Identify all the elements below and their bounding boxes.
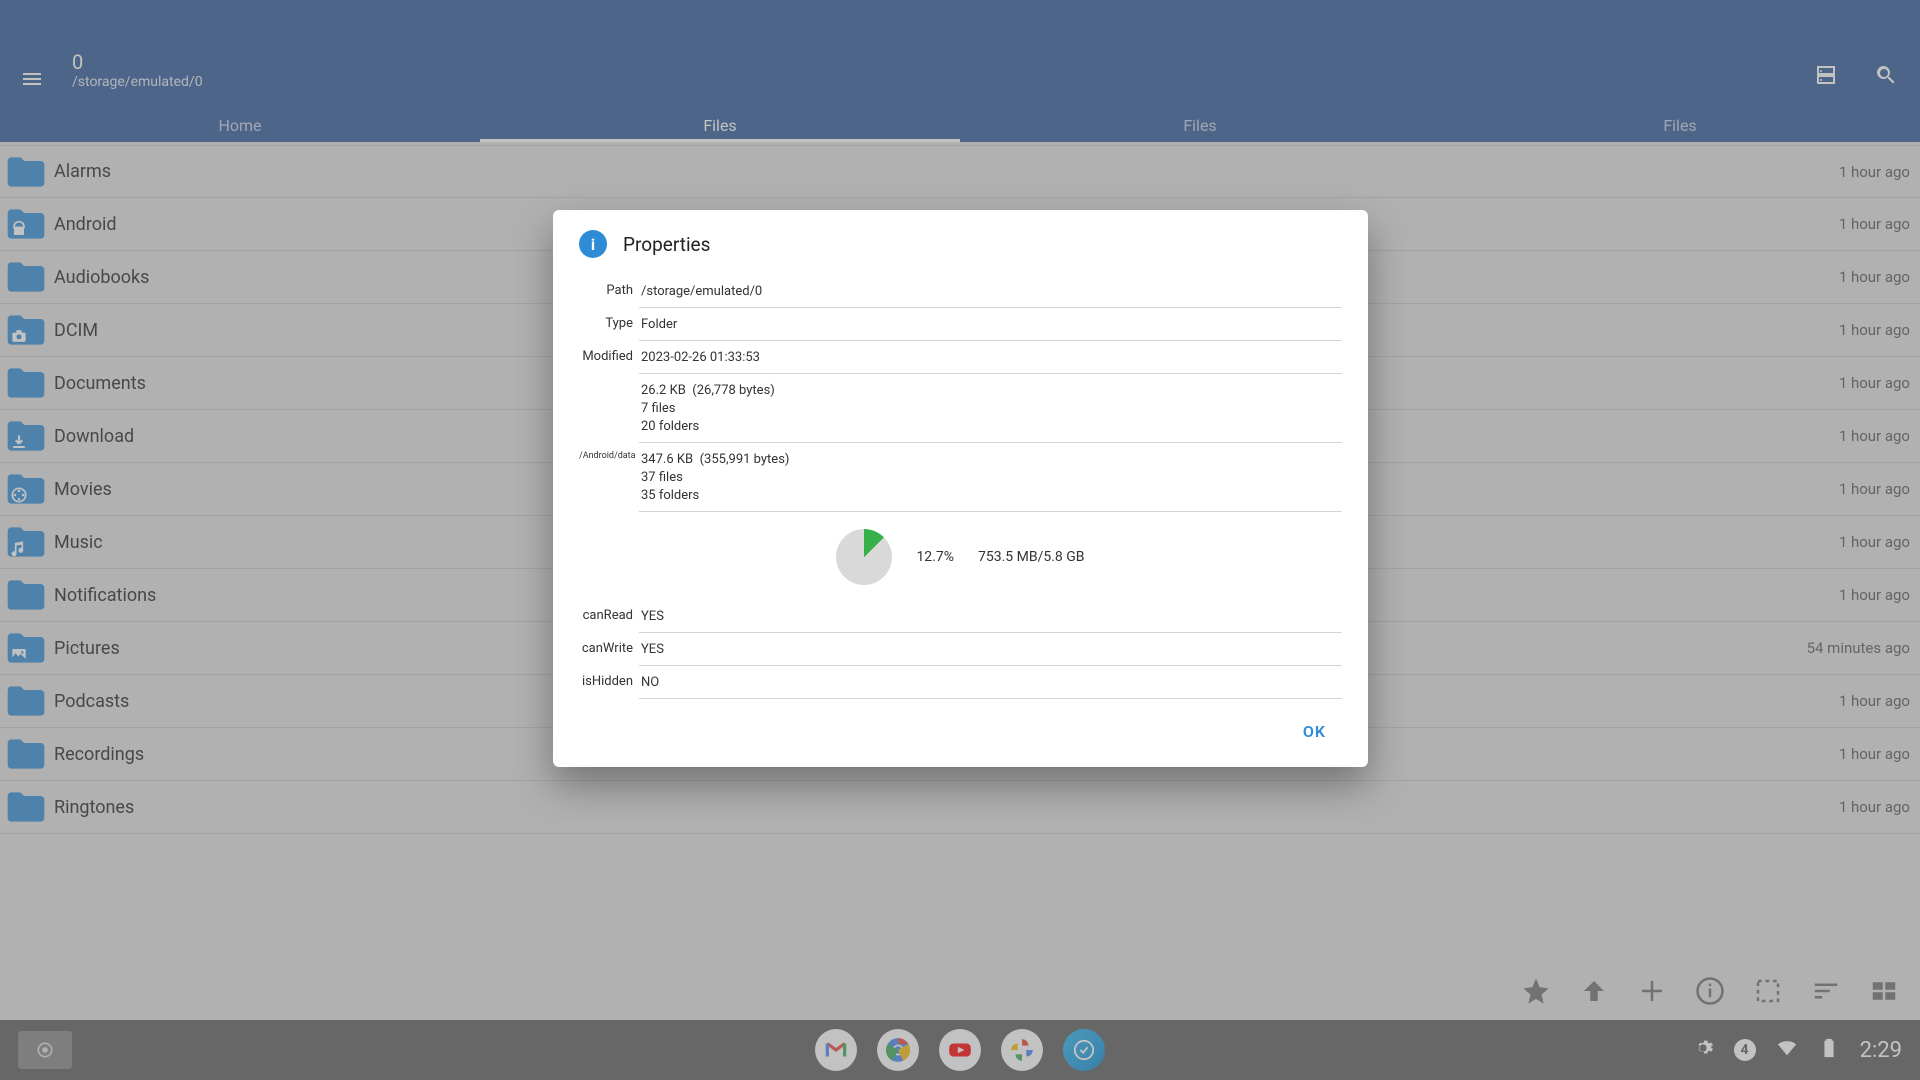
label-modified: Modified	[579, 347, 639, 364]
info-icon: i	[579, 230, 607, 258]
dialog-title: Properties	[623, 233, 710, 256]
value-size-self: 26.2 KB (26,778 bytes) 7 files 20 folder…	[639, 380, 1342, 443]
properties-dialog: i Properties Path/storage/emulated/0 Typ…	[553, 210, 1368, 767]
label-android-data: /Android/data	[579, 449, 639, 461]
disk-size: 753.5 MB/5.8 GB	[978, 549, 1085, 565]
value-ishidden: NO	[639, 672, 1342, 699]
disk-usage-chart: 12.7% 753.5 MB/5.8 GB	[579, 529, 1342, 585]
value-canwrite: YES	[639, 639, 1342, 666]
label-type: Type	[579, 314, 639, 331]
label-canwrite: canWrite	[579, 639, 639, 656]
value-path: /storage/emulated/0	[639, 281, 1342, 308]
disk-percent: 12.7%	[916, 549, 954, 565]
value-modified: 2023-02-26 01:33:53	[639, 347, 1342, 374]
value-android-data: 347.6 KB (355,991 bytes) 37 files 35 fol…	[639, 449, 1342, 512]
label-path: Path	[579, 281, 639, 298]
pie-icon	[836, 529, 892, 585]
ok-button[interactable]: OK	[1289, 712, 1340, 751]
label-canread: canRead	[579, 606, 639, 623]
label-ishidden: isHidden	[579, 672, 639, 689]
value-type: Folder	[639, 314, 1342, 341]
label-size-self	[579, 380, 639, 382]
value-canread: YES	[639, 606, 1342, 633]
